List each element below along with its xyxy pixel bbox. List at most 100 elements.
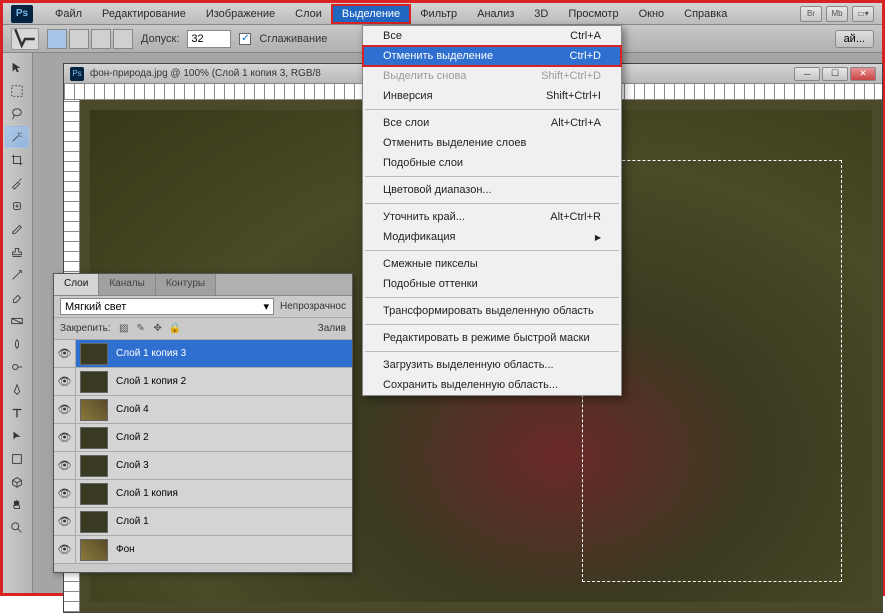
visibility-toggle-icon[interactable]: 👁 bbox=[54, 452, 76, 479]
lock-pixels-icon[interactable]: ✎ bbox=[134, 322, 148, 336]
tool-preset-icon[interactable] bbox=[11, 28, 39, 50]
layer-thumbnail[interactable] bbox=[80, 399, 108, 421]
maximize-button[interactable]: ☐ bbox=[822, 67, 848, 81]
menu-анализ[interactable]: Анализ bbox=[467, 5, 524, 23]
eraser-tool[interactable] bbox=[5, 287, 29, 309]
menu-item-label: Трансформировать выделенную область bbox=[383, 305, 594, 317]
menu-item[interactable]: Редактировать в режиме быстрой маски bbox=[363, 328, 621, 348]
menu-item[interactable]: Модификация▶ bbox=[363, 227, 621, 247]
menu-item[interactable]: Все слоиAlt+Ctrl+A bbox=[363, 113, 621, 133]
layer-row[interactable]: 👁Слой 2 bbox=[54, 424, 352, 452]
blur-tool[interactable] bbox=[5, 333, 29, 355]
3d-tool[interactable] bbox=[5, 471, 29, 493]
menu-item[interactable]: Сохранить выделенную область... bbox=[363, 375, 621, 395]
gradient-tool[interactable] bbox=[5, 310, 29, 332]
selection-add-button[interactable] bbox=[69, 29, 89, 49]
shortcut-label: Ctrl+A bbox=[570, 30, 601, 42]
menu-3d[interactable]: 3D bbox=[524, 5, 558, 23]
lock-transparency-icon[interactable]: ▨ bbox=[117, 322, 131, 336]
hand-tool[interactable] bbox=[5, 494, 29, 516]
type-tool[interactable] bbox=[5, 402, 29, 424]
path-select-tool[interactable] bbox=[5, 425, 29, 447]
layer-row[interactable]: 👁Слой 4 bbox=[54, 396, 352, 424]
menu-item[interactable]: Отменить выделение слоев bbox=[363, 133, 621, 153]
marquee-tool[interactable] bbox=[5, 80, 29, 102]
visibility-toggle-icon[interactable]: 👁 bbox=[54, 396, 76, 423]
layer-row[interactable]: 👁 Слой 1 bbox=[54, 508, 352, 536]
brush-tool[interactable] bbox=[5, 218, 29, 240]
menu-фильтр[interactable]: Фильтр bbox=[410, 5, 467, 23]
minimize-button[interactable]: ─ bbox=[794, 67, 820, 81]
layer-thumbnail[interactable] bbox=[80, 455, 108, 477]
panel-tab-2[interactable]: Контуры bbox=[156, 274, 216, 295]
selection-new-button[interactable] bbox=[47, 29, 67, 49]
menu-separator bbox=[365, 109, 619, 110]
crop-tool[interactable] bbox=[5, 149, 29, 171]
layer-thumbnail[interactable] bbox=[80, 343, 108, 365]
layer-row[interactable]: 👁Фон bbox=[54, 536, 352, 564]
antialias-checkbox[interactable]: ✓ bbox=[239, 33, 251, 45]
eyedropper-tool[interactable] bbox=[5, 172, 29, 194]
layer-thumbnail[interactable] bbox=[80, 483, 108, 505]
move-tool[interactable] bbox=[5, 57, 29, 79]
menu-item[interactable]: ВсеCtrl+A bbox=[363, 26, 621, 46]
menu-item[interactable]: Подобные слои bbox=[363, 153, 621, 173]
layer-row[interactable]: 👁Слой 1 копия bbox=[54, 480, 352, 508]
history-brush-tool[interactable] bbox=[5, 264, 29, 286]
panel-tab-1[interactable]: Каналы bbox=[99, 274, 156, 295]
menu-изображение[interactable]: Изображение bbox=[196, 5, 285, 23]
menu-item-label: Подобные оттенки bbox=[383, 278, 478, 290]
visibility-toggle-icon[interactable]: 👁 bbox=[54, 424, 76, 451]
selection-subtract-button[interactable] bbox=[91, 29, 111, 49]
lock-position-icon[interactable]: ✥ bbox=[151, 322, 165, 336]
menu-выделение[interactable]: Выделение bbox=[332, 5, 410, 23]
pen-tool[interactable] bbox=[5, 379, 29, 401]
layer-name-label: Слой 1 копия 3 bbox=[112, 348, 352, 359]
visibility-toggle-icon[interactable]: 👁 bbox=[54, 340, 76, 367]
menu-item[interactable]: Трансформировать выделенную область bbox=[363, 301, 621, 321]
layer-thumbnail[interactable] bbox=[80, 511, 108, 533]
bridge-button[interactable]: Br bbox=[800, 6, 822, 22]
lock-all-icon[interactable]: 🔒 bbox=[168, 322, 182, 336]
stamp-tool[interactable] bbox=[5, 241, 29, 263]
menu-просмотр[interactable]: Просмотр bbox=[558, 5, 628, 23]
layer-thumbnail[interactable] bbox=[80, 371, 108, 393]
visibility-toggle-icon[interactable]: 👁 bbox=[54, 368, 76, 395]
menu-файл[interactable]: Файл bbox=[45, 5, 92, 23]
layer-row[interactable]: 👁 Слой 1 копия 3 bbox=[54, 340, 352, 368]
minibridge-button[interactable]: Mb bbox=[826, 6, 848, 22]
menu-слои[interactable]: Слои bbox=[285, 5, 332, 23]
menu-справка[interactable]: Справка bbox=[674, 5, 737, 23]
visibility-toggle-icon[interactable]: 👁 bbox=[54, 536, 76, 563]
panel-tab-0[interactable]: Слои bbox=[54, 274, 99, 295]
layer-row[interactable]: 👁Слой 3 bbox=[54, 452, 352, 480]
layer-thumbnail[interactable] bbox=[80, 539, 108, 561]
menu-item[interactable]: Цветовой диапазон... bbox=[363, 180, 621, 200]
menu-item[interactable]: Загрузить выделенную область... bbox=[363, 355, 621, 375]
refine-edge-button[interactable]: ай... bbox=[835, 30, 874, 48]
healing-tool[interactable] bbox=[5, 195, 29, 217]
menu-окно[interactable]: Окно bbox=[629, 5, 675, 23]
menu-item[interactable]: Смежные пикселы bbox=[363, 254, 621, 274]
menu-item[interactable]: Подобные оттенки bbox=[363, 274, 621, 294]
visibility-toggle-icon[interactable]: 👁 bbox=[54, 480, 76, 507]
blend-mode-select[interactable]: Мягкий свет▾ bbox=[60, 298, 274, 315]
menu-item[interactable]: ИнверсияShift+Ctrl+I bbox=[363, 86, 621, 106]
layer-row[interactable]: 👁Слой 1 копия 2 bbox=[54, 368, 352, 396]
menu-редактирование[interactable]: Редактирование bbox=[92, 5, 196, 23]
shape-tool[interactable] bbox=[5, 448, 29, 470]
zoom-tool[interactable] bbox=[5, 517, 29, 539]
visibility-toggle-icon[interactable]: 👁 bbox=[54, 508, 76, 535]
magic-wand-tool[interactable] bbox=[5, 126, 29, 148]
tolerance-input[interactable] bbox=[187, 30, 231, 48]
close-button[interactable]: ✕ bbox=[850, 67, 876, 81]
menubar: Ps ФайлРедактированиеИзображениеСлоиВыде… bbox=[3, 3, 882, 25]
screen-mode-button[interactable]: ▭▾ bbox=[852, 6, 874, 22]
menu-item[interactable]: Отменить выделениеCtrl+D bbox=[363, 46, 621, 66]
selection-intersect-button[interactable] bbox=[113, 29, 133, 49]
layer-name-label: Слой 1 bbox=[112, 516, 352, 527]
lasso-tool[interactable] bbox=[5, 103, 29, 125]
layer-thumbnail[interactable] bbox=[80, 427, 108, 449]
dodge-tool[interactable] bbox=[5, 356, 29, 378]
menu-item[interactable]: Уточнить край...Alt+Ctrl+R bbox=[363, 207, 621, 227]
